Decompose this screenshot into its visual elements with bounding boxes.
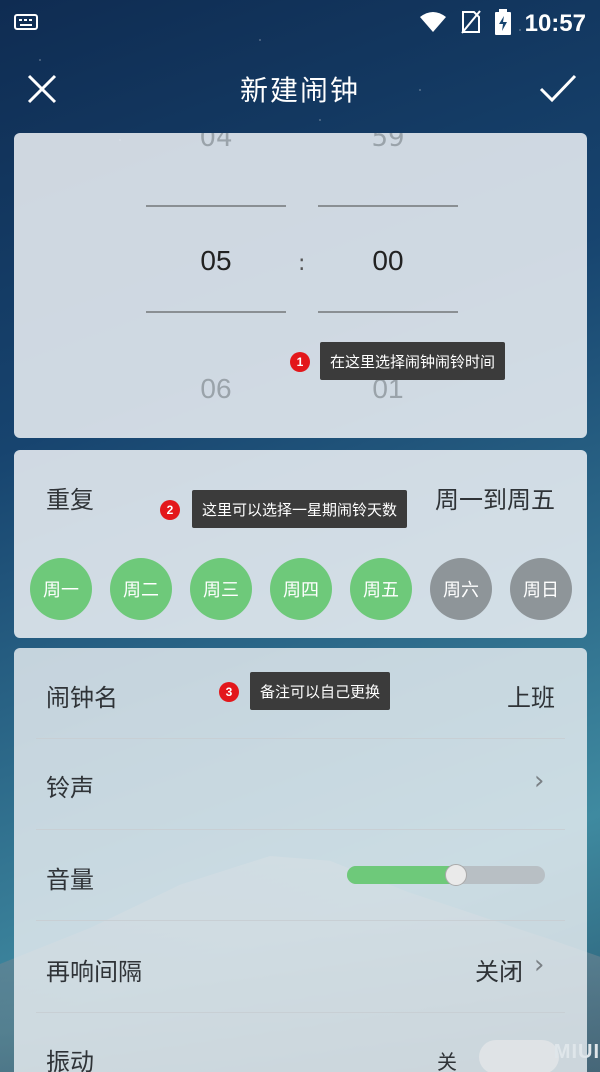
battery-charging-icon (494, 9, 511, 39)
time-picker-panel: 04 59 05 : 00 06 01 (14, 133, 587, 438)
tooltip-1: 在这里选择闹钟闹铃时间 (320, 342, 506, 380)
minute-bottom-line (318, 311, 458, 313)
tooltip-3: 备注可以自己更换 (250, 672, 391, 710)
close-icon (27, 74, 57, 104)
app-header: 新建闹钟 (0, 48, 600, 130)
settings-panel: 闹钟名 上班 铃声 › 音量 再响间隔 关闭 › 振动 关 (14, 648, 587, 1072)
repeat-value[interactable]: 周一到周五 (435, 480, 555, 515)
snooze-chevron-icon[interactable]: › (534, 950, 544, 980)
day-thu[interactable]: 周四 (270, 558, 332, 620)
snooze-label: 再响间隔 (46, 958, 142, 986)
hour-current[interactable]: 05 (146, 245, 286, 277)
hour-next[interactable]: 06 (146, 373, 286, 405)
tooltip-1-badge: 1 (290, 352, 310, 372)
volume-label: 音量 (46, 866, 94, 894)
no-sim-icon (460, 10, 481, 38)
divider (36, 1012, 565, 1013)
alarm-name-value[interactable]: 上班 (507, 678, 555, 713)
repeat-panel: 重复 周一到周五 周一 周二 周三 周四 周五 周六 周日 (14, 450, 587, 638)
hour-prev[interactable]: 04 (146, 133, 286, 153)
divider (36, 920, 565, 921)
snooze-value[interactable]: 关闭 (475, 952, 523, 987)
day-wed[interactable]: 周三 (190, 558, 252, 620)
vibrate-value: 关 (437, 1050, 457, 1072)
day-sat[interactable]: 周六 (430, 558, 492, 620)
hour-bottom-line (146, 311, 286, 313)
day-tue[interactable]: 周二 (110, 558, 172, 620)
divider (36, 738, 565, 739)
check-icon (539, 74, 577, 103)
wifi-icon (419, 11, 447, 37)
vibrate-toggle[interactable] (479, 1040, 559, 1072)
page-title: 新建闹钟 (239, 74, 360, 107)
status-bar: 10:57 (0, 0, 600, 48)
confirm-button[interactable] (534, 65, 582, 113)
day-fri[interactable]: 周五 (350, 558, 412, 620)
repeat-label: 重复 (46, 486, 94, 514)
ringtone-label[interactable]: 铃声 (46, 768, 94, 803)
minute-prev[interactable]: 59 (318, 133, 458, 153)
day-mon[interactable]: 周一 (30, 558, 92, 620)
minute-current[interactable]: 00 (318, 245, 458, 277)
alarm-name-label: 闹钟名 (46, 684, 118, 712)
hour-top-line (146, 205, 286, 207)
divider (36, 829, 565, 830)
vibrate-label: 振动 (46, 1048, 94, 1072)
tooltip-2: 这里可以选择一星期闹铃天数 (192, 490, 408, 528)
day-sun[interactable]: 周日 (510, 558, 572, 620)
keyboard-icon (14, 14, 38, 34)
miui-watermark: MIUI (553, 1041, 600, 1063)
time-separator: : (298, 251, 306, 276)
tooltip-3-badge: 3 (219, 682, 239, 702)
status-time: 10:57 (524, 10, 586, 37)
volume-slider-thumb[interactable] (444, 864, 467, 886)
tooltip-2-badge: 2 (160, 500, 180, 520)
ringtone-chevron-icon[interactable]: › (534, 766, 544, 796)
close-button[interactable] (18, 65, 66, 113)
minute-top-line (318, 205, 458, 207)
volume-slider-fill (347, 866, 456, 884)
